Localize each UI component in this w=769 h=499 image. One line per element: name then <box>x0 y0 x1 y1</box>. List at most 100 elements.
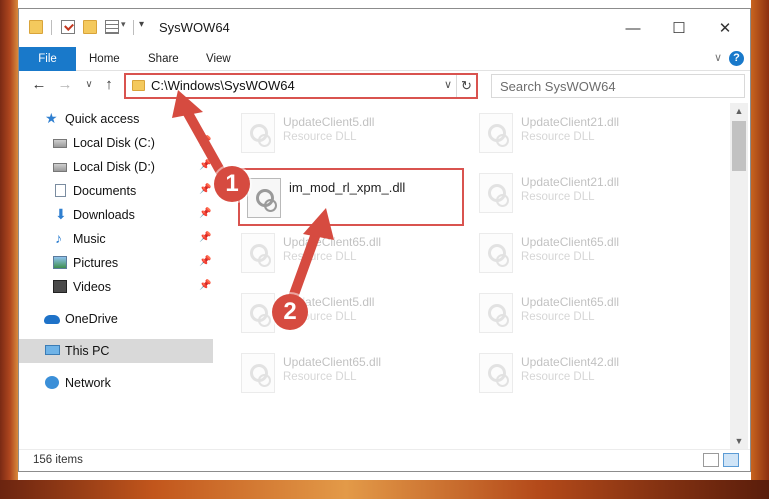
file-name: UpdateClient42.dll <box>521 355 620 369</box>
list-item[interactable]: UpdateClient21.dll Resource DLL <box>473 107 703 157</box>
list-item[interactable]: UpdateClient65.dll Resource DLL <box>235 347 465 397</box>
list-item[interactable]: UpdateClient5.dll Resource DLL <box>235 107 465 157</box>
file-name: UpdateClient65.dll <box>521 295 620 309</box>
file-explorer-window: ▾ ▾ SysWOW64 — ☐ ✕ File Home Share View … <box>18 8 751 472</box>
sidebar-item-quick-access[interactable]: ★ Quick access <box>19 107 213 131</box>
scroll-down-icon[interactable]: ▼ <box>730 433 748 449</box>
step-badge-2: 2 <box>272 294 308 330</box>
recent-locations-button[interactable]: ∨ <box>79 75 99 95</box>
pin-icon[interactable]: 📌 <box>199 160 211 171</box>
sidebar-item-label: This PC <box>65 344 110 358</box>
address-bar[interactable]: C:\Windows\SysWOW64 ∨ ↻ <box>124 73 478 99</box>
close-button[interactable]: ✕ <box>702 14 748 42</box>
help-icon[interactable]: ? <box>729 51 744 66</box>
sidebar-item-documents[interactable]: Documents 📌 <box>19 179 213 203</box>
sidebar-item-music[interactable]: ♪ Music 📌 <box>19 227 213 251</box>
refresh-button[interactable]: ↻ <box>456 75 476 97</box>
list-item[interactable]: UpdateClient42.dll Resource DLL <box>473 347 703 397</box>
view-options-icon[interactable] <box>105 20 119 34</box>
title-bar: ▾ ▾ SysWOW64 — ☐ ✕ <box>19 9 750 47</box>
sidebar-item-this-pc[interactable]: This PC <box>19 339 213 363</box>
file-type: Resource DLL <box>521 371 595 383</box>
videos-icon <box>53 280 67 293</box>
search-placeholder: Search SysWOW64 <box>500 79 616 94</box>
tab-view[interactable]: View <box>194 47 243 71</box>
item-count: 156 items <box>33 454 83 466</box>
sidebar-item-network[interactable]: Network <box>19 371 213 395</box>
highlighted-file-frame: im_mod_rl_xpm_.dll <box>238 168 464 226</box>
tab-share[interactable]: Share <box>136 47 191 71</box>
step-badge-1: 1 <box>214 166 250 202</box>
ribbon-tabs: File Home Share View ∨ ? <box>19 47 750 71</box>
list-item[interactable]: UpdateClient5.dll Resource DLL <box>235 287 465 337</box>
highlighted-file[interactable]: im_mod_rl_xpm_.dll <box>241 172 471 222</box>
address-path[interactable]: C:\Windows\SysWOW64 <box>151 78 295 93</box>
sidebar-item-onedrive[interactable]: OneDrive <box>19 307 213 331</box>
details-view-icon[interactable] <box>703 453 719 467</box>
sidebar-item-local-disk-d[interactable]: Local Disk (D:) 📌 <box>19 155 213 179</box>
list-item[interactable]: UpdateClient21.dll Resource DLL <box>473 167 703 217</box>
navigation-bar: ← → ∨ ↑ C:\Windows\SysWOW64 ∨ ↻ Search S… <box>19 71 750 99</box>
customize-toolbar-icon[interactable]: ▾ <box>139 19 144 30</box>
sidebar-item-pictures[interactable]: Pictures 📌 <box>19 251 213 275</box>
maximize-button[interactable]: ☐ <box>656 14 702 42</box>
file-type: Resource DLL <box>283 371 357 383</box>
new-folder-icon[interactable] <box>83 20 97 34</box>
folder-icon <box>29 20 43 34</box>
pin-icon[interactable]: 📌 <box>199 232 211 243</box>
list-item[interactable]: UpdateClient65.dll Resource DLL <box>235 227 465 277</box>
properties-icon[interactable] <box>61 20 75 34</box>
list-item[interactable]: UpdateClient65.dll Resource DLL <box>473 227 703 277</box>
sidebar-item-label: Network <box>65 376 111 390</box>
divider <box>51 20 52 35</box>
dll-file-icon <box>241 353 275 393</box>
dll-file-icon <box>241 233 275 273</box>
back-button[interactable]: ← <box>29 75 49 95</box>
file-type: Resource DLL <box>521 191 595 203</box>
file-type: Resource DLL <box>521 131 595 143</box>
pin-icon[interactable]: 📌 <box>199 280 211 291</box>
pin-icon[interactable]: 📌 <box>199 208 211 219</box>
file-name: UpdateClient65.dll <box>521 235 620 249</box>
file-type: Resource DLL <box>283 251 357 263</box>
pin-icon[interactable]: 📌 <box>199 184 211 195</box>
pictures-icon <box>53 256 67 269</box>
file-name: UpdateClient5.dll <box>283 115 375 129</box>
chevron-down-icon[interactable]: ∨ <box>444 78 452 91</box>
downloads-icon: ⬇ <box>55 206 67 222</box>
scroll-thumb[interactable] <box>732 121 746 171</box>
file-name: UpdateClient21.dll <box>521 175 620 189</box>
sidebar-item-label: Downloads <box>73 208 135 222</box>
pin-icon[interactable]: 📌 <box>199 256 211 267</box>
forward-button[interactable]: → <box>55 75 75 95</box>
file-name: UpdateClient65.dll <box>283 235 382 249</box>
sidebar-item-label: Quick access <box>65 112 140 126</box>
dll-file-icon <box>479 113 513 153</box>
minimize-button[interactable]: — <box>610 14 656 42</box>
sidebar-item-local-disk-c[interactable]: Local Disk (C:) 📌 <box>19 131 213 155</box>
dll-file-icon <box>479 353 513 393</box>
documents-icon <box>55 184 66 197</box>
pin-icon[interactable]: 📌 <box>199 136 211 147</box>
file-type: Resource DLL <box>283 131 357 143</box>
search-box[interactable]: Search SysWOW64 <box>491 74 745 98</box>
star-icon: ★ <box>45 110 58 126</box>
dll-file-icon <box>247 178 281 218</box>
tab-home[interactable]: Home <box>77 47 132 71</box>
desktop-background <box>0 480 769 499</box>
chevron-down-icon[interactable]: ▾ <box>121 19 126 30</box>
large-icons-view-icon[interactable] <box>723 453 739 467</box>
sidebar-item-downloads[interactable]: ⬇ Downloads 📌 <box>19 203 213 227</box>
vertical-scrollbar[interactable]: ▲ ▼ <box>730 103 748 449</box>
dll-file-icon <box>241 113 275 153</box>
sidebar-item-videos[interactable]: Videos 📌 <box>19 275 213 299</box>
dll-file-icon <box>479 293 513 333</box>
network-icon <box>45 376 59 389</box>
onedrive-icon <box>44 315 60 324</box>
list-item[interactable]: UpdateClient65.dll Resource DLL <box>473 287 703 337</box>
up-button[interactable]: ↑ <box>99 75 119 95</box>
tab-file[interactable]: File <box>19 47 76 71</box>
scroll-up-icon[interactable]: ▲ <box>730 103 748 119</box>
status-bar: 156 items <box>19 449 750 471</box>
expand-ribbon-icon[interactable]: ∨ <box>714 51 722 64</box>
